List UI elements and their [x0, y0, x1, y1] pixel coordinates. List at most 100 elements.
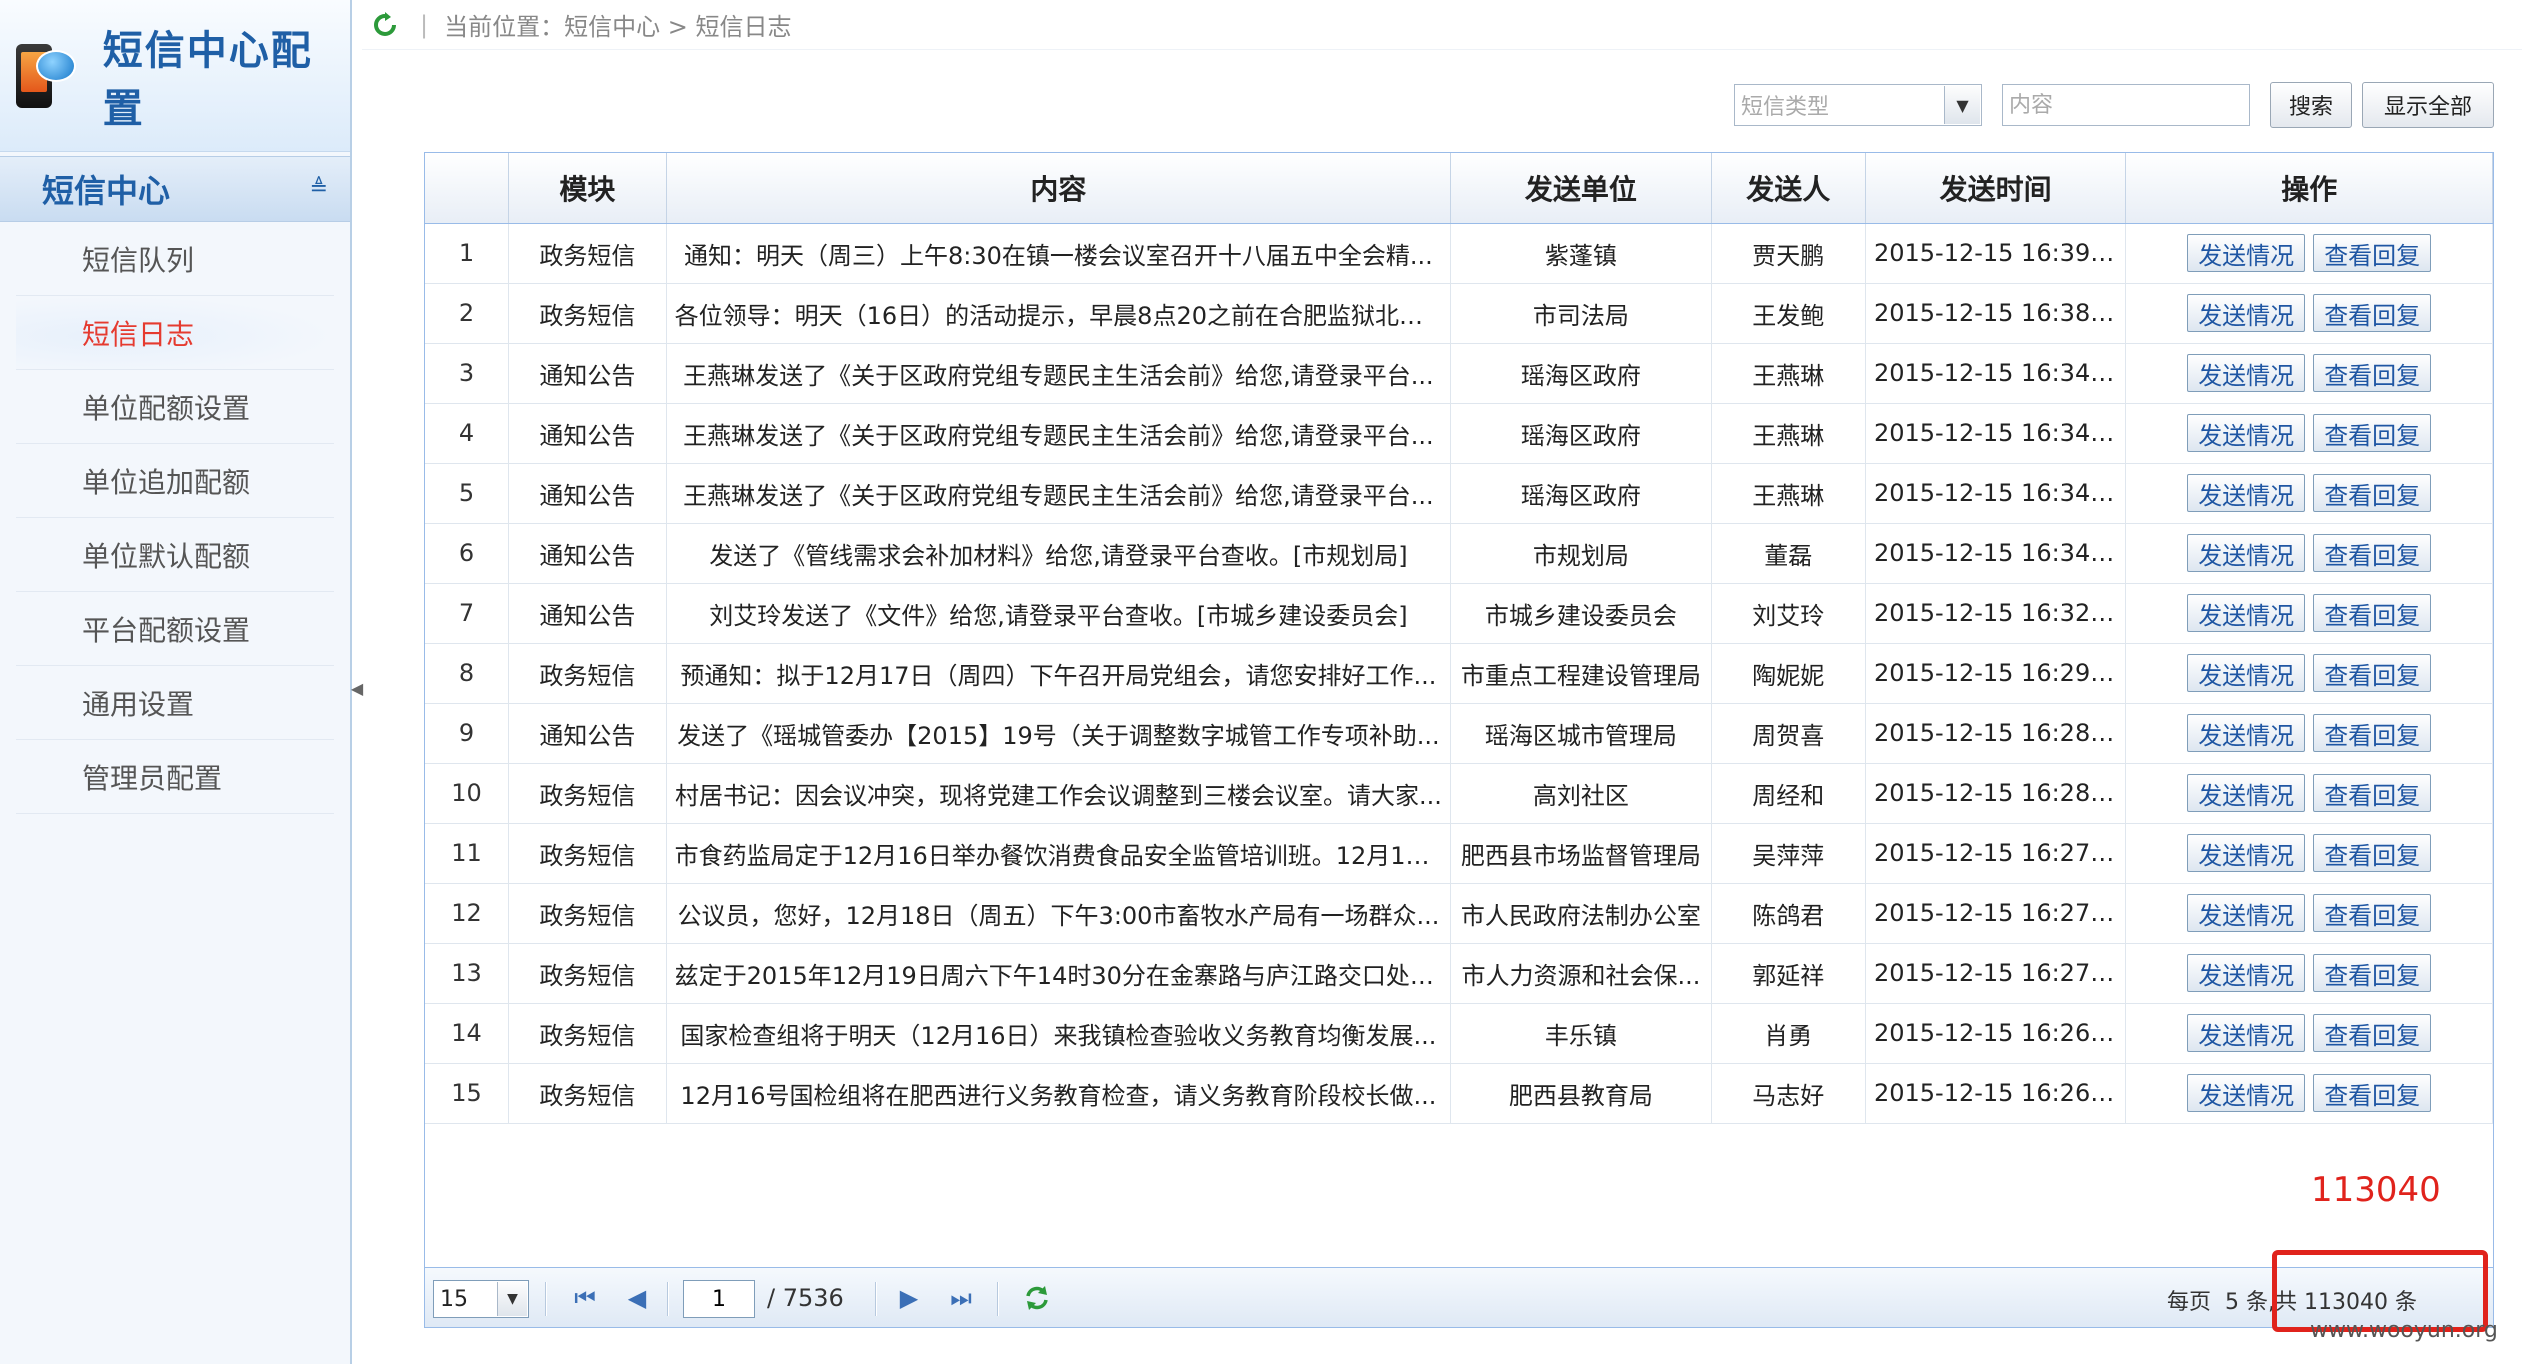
row-number-cell: 2	[425, 283, 510, 344]
header-send-unit[interactable]: 发送单位	[1450, 153, 1712, 224]
view-reply-button[interactable]: 查看回复	[2313, 234, 2432, 272]
sidebar-item[interactable]: 短信日志	[16, 296, 334, 370]
row-number-cell: 15	[425, 1063, 510, 1124]
send-time-cell: 2015-12-15 16:28:55	[1865, 703, 2127, 764]
row-number-cell: 12	[425, 883, 510, 944]
table-row[interactable]: 10 政务短信 村居书记：因会议冲突，现将党建工作会议调整到三楼会议室。请大家...…	[425, 763, 2493, 824]
table-row[interactable]: 12 政务短信 公议员，您好，12月18日（周五）下午3:00市畜牧水产局有一场群众…	[425, 883, 2493, 944]
table-row[interactable]: 2 政务短信 各位领导：明天（16日）的活动提示，早晨8点20之前在合肥监狱北大..…	[425, 283, 2493, 344]
send-status-button[interactable]: 发送情况	[2187, 894, 2306, 932]
current-page-input[interactable]	[683, 1280, 755, 1318]
sms-type-select[interactable]: 短信类型 ▼	[1734, 84, 1982, 126]
send-status-button[interactable]: 发送情况	[2187, 234, 2306, 272]
send-status-button[interactable]: 发送情况	[2187, 1014, 2306, 1052]
view-reply-button[interactable]: 查看回复	[2313, 954, 2432, 992]
pager-divider	[667, 1282, 669, 1316]
send-unit-cell: 市司法局	[1450, 283, 1712, 344]
sender-cell: 陶妮妮	[1711, 643, 1866, 704]
sidebar: 短信中心配置 短信中心 ≜ 短信队列 短信日志 单位配额设置 单位追加配额 单位默认配额…	[0, 0, 352, 1364]
table-row[interactable]: 6 通知公告 发送了《管线需求会补加材料》给您,请登录平台查收。[市规划局] 市规划局…	[425, 523, 2493, 584]
sidebar-item[interactable]: 单位配额设置	[16, 370, 334, 444]
row-number-cell: 13	[425, 943, 510, 1004]
send-status-button[interactable]: 发送情况	[2187, 414, 2306, 452]
table-row[interactable]: 7 通知公告 刘艾玲发送了《文件》给您,请登录平台查收。[市城乡建设委员会] 市城乡建…	[425, 583, 2493, 644]
view-reply-button[interactable]: 查看回复	[2313, 594, 2432, 632]
send-unit-cell: 高刘社区	[1450, 763, 1712, 824]
search-button[interactable]: 搜索	[2270, 82, 2352, 128]
sidebar-item[interactable]: 通用设置	[16, 666, 334, 740]
content-cell: 国家检查组将于明天（12月16日）来我镇检查验收义务教育均衡发展...	[666, 1003, 1452, 1064]
table-row[interactable]: 9 通知公告 发送了《瑶城管委办【2015】19号（关于调整数字城管工作专项补助..…	[425, 703, 2493, 764]
refresh-icon[interactable]	[372, 11, 398, 38]
view-reply-button[interactable]: 查看回复	[2313, 1014, 2432, 1052]
next-page-icon[interactable]: ▶	[895, 1284, 923, 1312]
collapse-chevron-icon[interactable]: ≜	[310, 178, 328, 200]
content-search-input[interactable]	[2002, 84, 2250, 126]
show-all-button[interactable]: 显示全部	[2362, 82, 2494, 128]
page-size-select[interactable]: 15 ▼	[433, 1280, 529, 1318]
chevron-down-icon[interactable]: ▼	[1944, 86, 1980, 124]
sidebar-splitter-handle[interactable]: ◀	[351, 660, 363, 716]
content-cell: 市食药监局定于12月16日举办餐饮消费食品安全监管培训班。12月16...	[666, 823, 1452, 884]
table-row[interactable]: 4 通知公告 王燕琳发送了《关于区政府党组专题民主生活会前》给您,请登录平台... 瑶…	[425, 403, 2493, 464]
header-send-time[interactable]: 发送时间	[1865, 153, 2127, 224]
send-status-button[interactable]: 发送情况	[2187, 954, 2306, 992]
send-status-button[interactable]: 发送情况	[2187, 354, 2306, 392]
sidebar-item[interactable]: 平台配额设置	[16, 592, 334, 666]
sidebar-item[interactable]: 短信队列	[16, 222, 334, 296]
actions-cell: 发送情况 查看回复	[2125, 463, 2493, 524]
table-row[interactable]: 1 政务短信 通知：明天（周三）上午8:30在镇一楼会议室召开十八届五中全会精...…	[425, 223, 2493, 284]
pager-divider	[545, 1282, 547, 1316]
send-status-button[interactable]: 发送情况	[2187, 654, 2306, 692]
table-row[interactable]: 5 通知公告 王燕琳发送了《关于区政府党组专题民主生活会前》给您,请登录平台... 瑶…	[425, 463, 2493, 524]
prev-page-icon[interactable]: ◀	[623, 1284, 651, 1312]
view-reply-button[interactable]: 查看回复	[2313, 534, 2432, 572]
send-status-button[interactable]: 发送情况	[2187, 294, 2306, 332]
view-reply-button[interactable]: 查看回复	[2313, 1074, 2432, 1112]
last-page-icon[interactable]: ⏭	[947, 1284, 975, 1312]
send-status-button[interactable]: 发送情况	[2187, 474, 2306, 512]
view-reply-button[interactable]: 查看回复	[2313, 834, 2432, 872]
send-status-button[interactable]: 发送情况	[2187, 1074, 2306, 1112]
send-status-button[interactable]: 发送情况	[2187, 534, 2306, 572]
view-reply-button[interactable]: 查看回复	[2313, 714, 2432, 752]
send-status-button[interactable]: 发送情况	[2187, 774, 2306, 812]
view-reply-button[interactable]: 查看回复	[2313, 474, 2432, 512]
nav-section-header[interactable]: 短信中心 ≜	[0, 156, 350, 222]
header-sender[interactable]: 发送人	[1711, 153, 1866, 224]
table-row[interactable]: 8 政务短信 预通知：拟于12月17日（周四）下午召开局党组会，请您安排好工作...…	[425, 643, 2493, 704]
reload-icon[interactable]	[1023, 1284, 1051, 1312]
header-content[interactable]: 内容	[666, 153, 1452, 224]
send-unit-cell: 市城乡建设委员会	[1450, 583, 1712, 644]
send-status-button[interactable]: 发送情况	[2187, 834, 2306, 872]
breadcrumb-text: 当前位置：短信中心 > 短信日志	[444, 13, 792, 41]
module-cell: 通知公告	[508, 463, 667, 524]
view-reply-button[interactable]: 查看回复	[2313, 294, 2432, 332]
table-row[interactable]: 13 政务短信 兹定于2015年12月19日周六下午14时30分在金寨路与庐江路交口…	[425, 943, 2493, 1004]
send-unit-cell: 紫蓬镇	[1450, 223, 1712, 284]
row-number-cell: 6	[425, 523, 510, 584]
table-row[interactable]: 14 政务短信 国家检查组将于明天（12月16日）来我镇检查验收义务教育均衡发展..…	[425, 1003, 2493, 1064]
table-header-row: 模块 内容 发送单位 发送人 发送时间 操作	[425, 153, 2493, 224]
table-row[interactable]: 11 政务短信 市食药监局定于12月16日举办餐饮消费食品安全监管培训班。12月16…	[425, 823, 2493, 884]
table-row[interactable]: 3 通知公告 王燕琳发送了《关于区政府党组专题民主生活会前》给您,请登录平台... 瑶…	[425, 343, 2493, 404]
table-body: 1 政务短信 通知：明天（周三）上午8:30在镇一楼会议室召开十八届五中全会精...…	[425, 223, 2493, 1124]
send-status-button[interactable]: 发送情况	[2187, 594, 2306, 632]
sidebar-item[interactable]: 单位追加配额	[16, 444, 334, 518]
first-page-icon[interactable]: ⏮	[571, 1284, 599, 1312]
chevron-down-icon[interactable]: ▼	[497, 1282, 527, 1316]
send-unit-cell: 瑶海区政府	[1450, 403, 1712, 464]
view-reply-button[interactable]: 查看回复	[2313, 894, 2432, 932]
content-cell: 预通知：拟于12月17日（周四）下午召开局党组会，请您安排好工作...	[666, 643, 1452, 704]
sidebar-item[interactable]: 单位默认配额	[16, 518, 334, 592]
module-cell: 通知公告	[508, 403, 667, 464]
view-reply-button[interactable]: 查看回复	[2313, 354, 2432, 392]
send-time-cell: 2015-12-15 16:29:29	[1865, 643, 2127, 704]
view-reply-button[interactable]: 查看回复	[2313, 414, 2432, 452]
view-reply-button[interactable]: 查看回复	[2313, 774, 2432, 812]
header-module[interactable]: 模块	[508, 153, 667, 224]
send-status-button[interactable]: 发送情况	[2187, 714, 2306, 752]
table-row[interactable]: 15 政务短信 12月16号国检组将在肥西进行义务教育检查，请义务教育阶段校长做..…	[425, 1063, 2493, 1124]
view-reply-button[interactable]: 查看回复	[2313, 654, 2432, 692]
sidebar-item[interactable]: 管理员配置	[16, 740, 334, 814]
